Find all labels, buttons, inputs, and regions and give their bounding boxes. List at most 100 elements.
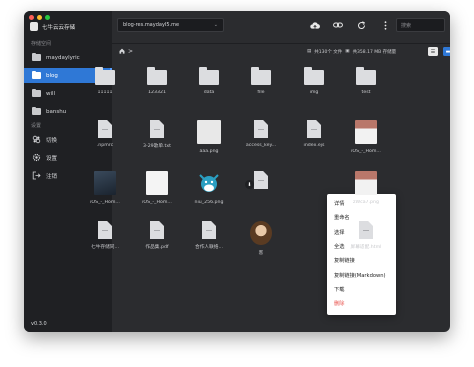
file-name: iOS_-_Hom... xyxy=(142,200,172,205)
file-item[interactable]: zWca7.png xyxy=(346,171,386,205)
folder-item[interactable]: 123321 xyxy=(137,67,177,95)
file-item[interactable]: 作品集.pdf xyxy=(137,221,177,250)
close-button[interactable] xyxy=(29,15,34,20)
bucket-select[interactable]: blog-res.maydayI5.me ⌄ xyxy=(117,18,224,32)
file-name: 123321 xyxy=(148,90,166,95)
folder-item[interactable]: data xyxy=(189,67,229,95)
file-item[interactable]: .npmrc xyxy=(85,120,125,148)
file-icon xyxy=(150,120,164,138)
list-view-icon: ☰ xyxy=(430,48,436,55)
file-icon xyxy=(150,221,164,239)
file-icon: ▤ xyxy=(307,49,312,54)
storage-size: 共358.17 MB 存储量 xyxy=(352,50,397,55)
file-count: 共130个 文件 xyxy=(314,50,343,55)
folder-icon xyxy=(304,67,324,85)
file-name: data xyxy=(203,90,215,95)
file-item[interactable]: 七牛存储同... xyxy=(85,221,125,250)
search-input[interactable]: 搜索 xyxy=(396,18,445,32)
folder-icon xyxy=(356,67,376,85)
storage-icon: ▣ xyxy=(345,49,350,54)
file-item[interactable]: iOS_-_Hom... xyxy=(346,120,386,154)
file-item[interactable]: 合作人联络... xyxy=(189,221,229,250)
file-name: img xyxy=(309,90,319,95)
bucket-select-value: blog-res.maydayI5.me xyxy=(123,22,180,28)
settings-section-label: 设置 xyxy=(31,123,42,129)
view-mode-grid-button[interactable]: ☰ xyxy=(428,47,438,56)
file-item[interactable]: iOS_-_Hom... xyxy=(85,171,125,205)
folder-icon xyxy=(32,52,41,61)
file-item[interactable]: 客 xyxy=(241,221,281,256)
file-icon xyxy=(307,120,321,138)
app-version: v0.3.0 xyxy=(31,321,47,327)
context-menu-item[interactable]: 全选 xyxy=(334,243,344,250)
context-menu-item[interactable]: 复制链接 xyxy=(334,257,355,264)
image-thumbnail xyxy=(250,221,272,245)
home-icon[interactable] xyxy=(119,48,125,56)
context-menu-item[interactable]: 删除 xyxy=(334,300,344,307)
file-item[interactable]: 屏幕适配.html xyxy=(346,221,386,250)
context-menu-item[interactable]: 详情 xyxy=(334,200,344,207)
file-name: niu_256.png xyxy=(194,200,224,205)
context-menu: 详情 重命名 选择 全选 复制链接 复制链接(Markdown) 下载 删除 xyxy=(327,194,396,315)
more-icon[interactable] xyxy=(380,20,390,30)
sidebar-item-label: will xyxy=(46,90,56,97)
folder-item[interactable]: file xyxy=(241,67,281,95)
folder-item[interactable]: 11111 xyxy=(85,67,125,95)
folder-item[interactable]: test xyxy=(346,67,386,95)
file-name: index.ejs xyxy=(303,143,325,148)
file-name: file xyxy=(257,90,265,95)
file-name: 作品集.pdf xyxy=(145,245,169,250)
file-name: 七牛存储同... xyxy=(91,245,119,250)
refresh-icon[interactable] xyxy=(356,20,366,30)
sidebar-item-banshu[interactable]: banshu xyxy=(24,104,112,119)
file-item[interactable]: aaa.png xyxy=(189,120,229,154)
file-name: 屏幕适配.html xyxy=(350,245,382,250)
folder-icon xyxy=(32,106,41,115)
file-icon xyxy=(254,120,268,138)
folder-item[interactable]: img xyxy=(294,67,334,95)
image-thumbnail xyxy=(355,120,377,144)
maximize-button[interactable] xyxy=(45,15,50,20)
download-progress-icon: ⬇ xyxy=(245,180,254,189)
sidebar-item-label: maydaylyric xyxy=(46,54,80,61)
folder-icon xyxy=(147,67,167,85)
app-logo-icon xyxy=(30,22,38,31)
file-item[interactable]: 3-29歌单.txt xyxy=(137,120,177,149)
sidebar-item-maydaylyric[interactable]: maydaylyric xyxy=(24,50,112,65)
app-window: 七牛云云存储 存储空间 maydaylyric blog will banshu… xyxy=(24,11,450,332)
link-icon[interactable] xyxy=(333,20,343,30)
file-item[interactable]: iOS_-_Hom... xyxy=(137,171,177,205)
context-menu-item[interactable]: 下载 xyxy=(334,286,344,293)
upload-icon[interactable] xyxy=(310,20,320,30)
file-item[interactable]: index.ejs xyxy=(294,120,334,148)
image-thumbnail xyxy=(146,171,168,195)
file-name: test xyxy=(361,90,371,95)
file-name: 11111 xyxy=(97,90,113,95)
sidebar-item-label: blog xyxy=(46,72,58,79)
view-mode-list-button[interactable]: ▬ xyxy=(443,47,450,56)
image-thumbnail xyxy=(197,120,221,144)
image-thumbnail xyxy=(94,171,116,195)
file-item[interactable]: niu_256.png xyxy=(189,171,229,205)
cow-logo-icon xyxy=(198,171,220,195)
logout-icon xyxy=(32,171,41,180)
folder-view-icon: ▬ xyxy=(445,48,450,55)
app-header: 七牛云云存储 xyxy=(30,22,75,31)
switch-icon xyxy=(32,135,41,144)
file-icon xyxy=(202,221,216,239)
minimize-button[interactable] xyxy=(37,15,42,20)
folder-icon xyxy=(95,67,115,85)
app-title: 七牛云云存储 xyxy=(42,24,76,31)
file-icon xyxy=(359,221,373,239)
file-name: zWca7.png xyxy=(353,200,379,205)
file-name: 客 xyxy=(258,251,264,256)
context-menu-item[interactable]: 复制链接(Markdown) xyxy=(334,272,386,279)
window-controls xyxy=(29,15,50,20)
file-item[interactable]: ⬇ xyxy=(241,171,281,194)
context-menu-item[interactable]: 选择 xyxy=(334,229,344,236)
sidebar-item-settings[interactable]: 设置 xyxy=(24,150,112,165)
file-name: access_key... xyxy=(245,143,277,148)
buckets-section-label: 存储空间 xyxy=(31,41,52,47)
file-name: aaa.png xyxy=(199,149,219,154)
file-item[interactable]: access_key... xyxy=(241,120,281,148)
